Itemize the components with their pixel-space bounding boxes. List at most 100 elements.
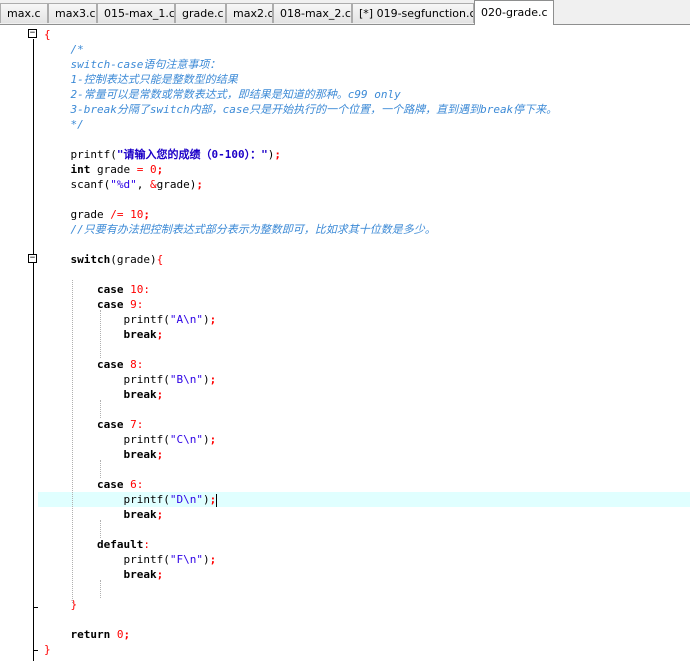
code-text[interactable]: default:: [44, 537, 150, 552]
tab-max-c[interactable]: max.c: [0, 3, 48, 23]
code-text[interactable]: int grade = 0;: [44, 162, 163, 177]
code-text[interactable]: printf("A\n");: [44, 312, 216, 327]
code-line[interactable]: 38 default:: [0, 537, 690, 552]
code-text[interactable]: break;: [44, 507, 163, 522]
code-text[interactable]: 1-控制表达式只能是整数型的结果: [44, 72, 238, 87]
code-token: printf(: [44, 313, 170, 326]
code-token: case: [44, 418, 124, 431]
code-text[interactable]: {: [44, 27, 51, 42]
code-line[interactable]: 30 case 7:: [0, 417, 690, 432]
code-text[interactable]: printf("F\n");: [44, 552, 216, 567]
tab-015-max-1-c[interactable]: 015-max_1.c: [97, 3, 175, 23]
code-token: //只要有办法把控制表达式部分表示为整数即可，比如求其十位数是多少。: [44, 223, 436, 236]
code-text[interactable]: switch-case语句注意事项：: [44, 57, 220, 72]
code-line[interactable]: 45}: [0, 642, 690, 657]
code-line[interactable]: 27 printf("B\n");: [0, 372, 690, 387]
code-line[interactable]: 7 1-控制表达式只能是整数型的结果: [0, 72, 690, 87]
code-line[interactable]: 22 case 9:: [0, 297, 690, 312]
code-text[interactable]: break;: [44, 327, 163, 342]
code-line[interactable]: 5 /*: [0, 42, 690, 57]
code-line[interactable]: 20: [0, 267, 690, 282]
code-line[interactable]: 26 case 8:: [0, 357, 690, 372]
code-line[interactable]: 16 grade /= 10;: [0, 207, 690, 222]
indent-guide: [100, 520, 101, 538]
code-line[interactable]: 29: [0, 402, 690, 417]
code-line[interactable]: 34 case 6:: [0, 477, 690, 492]
tab-max3-c[interactable]: max3.c: [48, 3, 97, 23]
code-line[interactable]: 39 printf("F\n");: [0, 552, 690, 567]
code-text[interactable]: }: [44, 642, 51, 657]
code-text[interactable]: case 9:: [44, 297, 143, 312]
code-line[interactable]: 25: [0, 342, 690, 357]
tab-020-grade-c[interactable]: 020-grade.c: [474, 0, 554, 25]
code-text[interactable]: case 8:: [44, 357, 143, 372]
code-line[interactable]: 23 printf("A\n");: [0, 312, 690, 327]
indent-guide: [72, 280, 73, 603]
code-line[interactable]: 42 }: [0, 597, 690, 612]
code-text[interactable]: //只要有办法把控制表达式部分表示为整数即可，比如求其十位数是多少。: [44, 222, 436, 237]
indent-guide: [100, 460, 101, 478]
indent-guide: [100, 580, 101, 598]
code-token: "A\n": [169, 313, 203, 326]
code-line[interactable]: 4{: [0, 27, 690, 42]
code-text[interactable]: printf("C\n");: [44, 432, 216, 447]
code-line[interactable]: 24 break;: [0, 327, 690, 342]
tab-018-max-2-c[interactable]: 018-max_2.c: [273, 3, 352, 23]
code-text[interactable]: */: [44, 117, 83, 132]
tab-max2-c[interactable]: max2.c: [226, 3, 273, 23]
code-line[interactable]: 32 break;: [0, 447, 690, 462]
code-line[interactable]: 11: [0, 132, 690, 147]
tab-grade-c[interactable]: grade.c: [175, 3, 226, 23]
code-token: printf(: [44, 373, 170, 386]
code-token: 1-控制表达式只能是整数型的结果: [44, 73, 238, 86]
code-text[interactable]: printf("请输入您的成绩（0-100）：");: [44, 147, 280, 162]
code-line[interactable]: 37: [0, 522, 690, 537]
code-line[interactable]: 44 return 0;: [0, 627, 690, 642]
code-token: grade: [90, 163, 137, 176]
code-line[interactable]: 8 2-常量可以是常数或常数表达式，即结果是知道的那种。c99 only: [0, 87, 690, 102]
code-text[interactable]: scanf("%d", &grade);: [44, 177, 203, 192]
code-text[interactable]: return 0;: [44, 627, 130, 642]
code-text[interactable]: printf("B\n");: [44, 372, 216, 387]
code-line[interactable]: 21 case 10:: [0, 282, 690, 297]
code-token: 10: [130, 283, 144, 296]
tab-019-segfunction-c[interactable]: [*] 019-segfunction.c: [352, 3, 474, 23]
code-line[interactable]: 6 switch-case语句注意事项：: [0, 57, 690, 72]
code-text[interactable]: break;: [44, 447, 163, 462]
fold-collapse-icon-line19[interactable]: −: [28, 254, 37, 263]
code-line[interactable]: 13 int grade = 0;: [0, 162, 690, 177]
code-editor[interactable]: 4{5 /*6 switch-case语句注意事项：7 1-控制表达式只能是整数…: [0, 25, 690, 661]
code-line[interactable]: 41: [0, 582, 690, 597]
code-line[interactable]: 14 scanf("%d", &grade);: [0, 177, 690, 192]
code-text[interactable]: break;: [44, 387, 163, 402]
code-token: ;: [156, 448, 164, 461]
code-text[interactable]: 3-break分隔了switch内部，case只是开始执行的一个位置，一个路牌，…: [44, 102, 557, 117]
code-text[interactable]: case 6:: [44, 477, 143, 492]
editor-tab-bar: max.c max3.c 015-max_1.c grade.c max2.c …: [0, 0, 690, 25]
code-line[interactable]: 10 */: [0, 117, 690, 132]
code-text[interactable]: /*: [44, 42, 83, 57]
code-line[interactable]: 36 break;: [0, 507, 690, 522]
code-line[interactable]: 35 printf("D\n");: [0, 492, 690, 507]
fold-collapse-icon-line4[interactable]: −: [28, 29, 37, 38]
code-text[interactable]: 2-常量可以是常数或常数表达式，即结果是知道的那种。c99 only: [44, 87, 400, 102]
code-line[interactable]: 19 switch(grade){: [0, 252, 690, 267]
code-line[interactable]: 9 3-break分隔了switch内部，case只是开始执行的一个位置，一个路…: [0, 102, 690, 117]
code-line[interactable]: 15: [0, 192, 690, 207]
code-token: ;: [143, 208, 150, 221]
code-text[interactable]: grade /= 10;: [44, 207, 150, 222]
code-line[interactable]: 12 printf("请输入您的成绩（0-100）：");: [0, 147, 690, 162]
code-line[interactable]: 17 //只要有办法把控制表达式部分表示为整数即可，比如求其十位数是多少。: [0, 222, 690, 237]
code-line[interactable]: 28 break;: [0, 387, 690, 402]
code-line[interactable]: 43: [0, 612, 690, 627]
code-text[interactable]: case 7:: [44, 417, 143, 432]
code-text[interactable]: case 10:: [44, 282, 150, 297]
code-text[interactable]: printf("D\n");: [44, 492, 218, 507]
code-line[interactable]: 40 break;: [0, 567, 690, 582]
code-text[interactable]: break;: [44, 567, 163, 582]
code-text[interactable]: switch(grade){: [44, 252, 163, 267]
code-token: (grade): [110, 253, 157, 266]
code-line[interactable]: 33: [0, 462, 690, 477]
code-line[interactable]: 18: [0, 237, 690, 252]
code-line[interactable]: 31 printf("C\n");: [0, 432, 690, 447]
